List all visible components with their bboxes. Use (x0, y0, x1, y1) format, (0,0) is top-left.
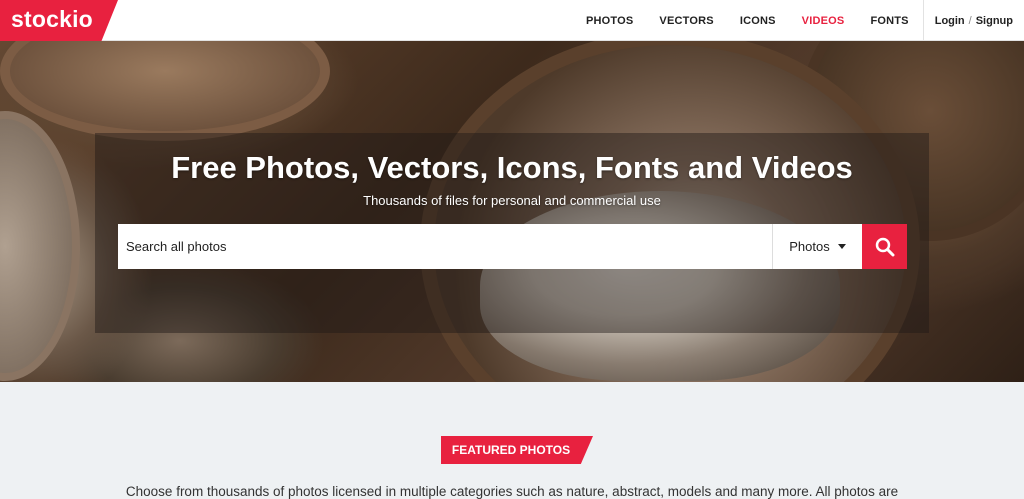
main-nav: PHOTOS VECTORS ICONS VIDEOS FONTS Login … (560, 0, 1024, 41)
nav-item-videos[interactable]: VIDEOS (802, 15, 845, 27)
logo-text: stockio (11, 6, 93, 32)
hero-banner: Free Photos, Vectors, Icons, Fonts and V… (0, 41, 1024, 382)
auth-links: Login / Signup (924, 0, 1024, 41)
signup-link[interactable]: Signup (976, 15, 1013, 27)
featured-photos-badge: FEATURED PHOTOS (441, 436, 593, 464)
search-button[interactable] (862, 224, 907, 269)
top-header: stockio PHOTOS VECTORS ICONS VIDEOS FONT… (0, 0, 1024, 41)
featured-description: Choose from thousands of photos licensed… (125, 484, 899, 499)
caret-down-icon (837, 244, 846, 249)
nav-item-vectors[interactable]: VECTORS (659, 15, 713, 27)
search-icon (875, 237, 894, 256)
nav-item-photos[interactable]: PHOTOS (586, 15, 633, 27)
nav-item-icons[interactable]: ICONS (740, 15, 776, 27)
hero-subtitle: Thousands of files for personal and comm… (363, 193, 661, 208)
nav-item-fonts[interactable]: FONTS (870, 15, 908, 27)
background-bowl (0, 41, 330, 141)
auth-separator: / (968, 14, 972, 27)
login-link[interactable]: Login (935, 15, 965, 27)
search-type-dropdown[interactable]: Photos (772, 224, 862, 269)
search-bar: Photos (118, 224, 907, 269)
featured-photos-label: FEATURED PHOTOS (451, 443, 571, 457)
hero-title: Free Photos, Vectors, Icons, Fonts and V… (171, 150, 853, 185)
logo[interactable]: stockio (0, 0, 118, 41)
search-type-label: Photos (789, 239, 830, 254)
search-input[interactable] (118, 224, 772, 269)
